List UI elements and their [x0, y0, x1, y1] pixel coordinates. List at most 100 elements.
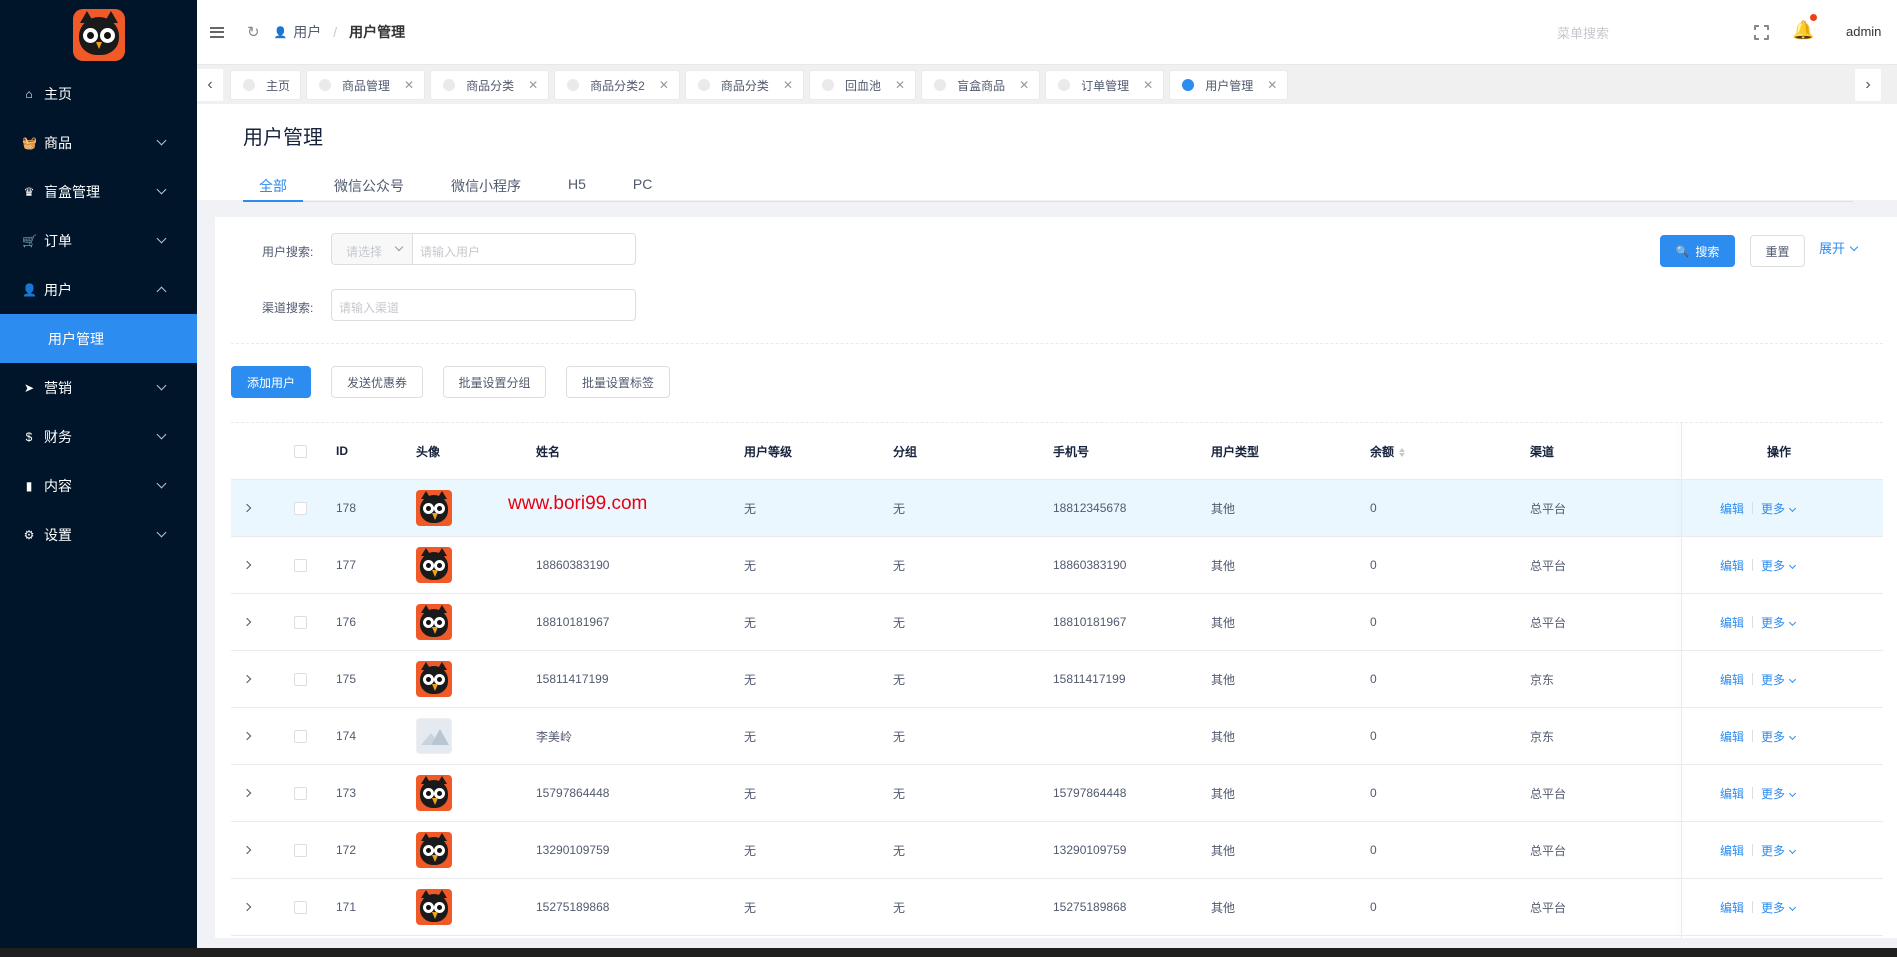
- edit-link[interactable]: 编辑: [1720, 728, 1744, 745]
- row-checkbox[interactable]: [294, 558, 307, 572]
- sidebar-item-2[interactable]: ♛ 盲盒管理: [0, 167, 197, 216]
- row-checkbox[interactable]: [294, 672, 307, 686]
- tab-4[interactable]: 商品分类 ✕: [684, 70, 804, 100]
- add-user-button[interactable]: 添加用户: [231, 366, 311, 398]
- table-row[interactable]: 171 15275189868 无 无 15275189868 其他 0 总平台 编辑 更多: [231, 879, 1883, 936]
- expand-row-icon[interactable]: [242, 902, 252, 912]
- more-dropdown[interactable]: 更多: [1761, 500, 1797, 517]
- sidebar-item-8[interactable]: ⚙ 设置: [0, 510, 197, 559]
- row-checkbox[interactable]: [294, 900, 307, 914]
- avatar[interactable]: [416, 547, 452, 583]
- avatar[interactable]: [416, 889, 452, 925]
- avatar[interactable]: [416, 661, 452, 697]
- sidebar-item-6[interactable]: $ 财务: [0, 412, 197, 461]
- close-icon[interactable]: ✕: [895, 78, 905, 92]
- edit-link[interactable]: 编辑: [1720, 842, 1744, 859]
- tab-5[interactable]: 回血池 ✕: [809, 70, 917, 100]
- close-icon[interactable]: ✕: [1143, 78, 1153, 92]
- tab-6[interactable]: 盲盒商品 ✕: [921, 70, 1041, 100]
- close-icon[interactable]: ✕: [528, 78, 538, 92]
- row-checkbox[interactable]: [294, 615, 307, 629]
- search-field-select[interactable]: 请选择: [331, 233, 413, 265]
- type-tab-3[interactable]: H5: [552, 166, 602, 202]
- edit-link[interactable]: 编辑: [1720, 614, 1744, 631]
- search-button[interactable]: 🔍 搜索: [1660, 235, 1735, 267]
- more-dropdown[interactable]: 更多: [1761, 899, 1797, 916]
- expand-row-icon[interactable]: [242, 845, 252, 855]
- fullscreen-icon[interactable]: [1753, 24, 1770, 41]
- tab-2[interactable]: 商品分类 ✕: [430, 70, 550, 100]
- expand-row-icon[interactable]: [242, 617, 252, 627]
- tab-3[interactable]: 商品分类2 ✕: [554, 70, 680, 100]
- sidebar-subitem-user-management[interactable]: 用户管理: [0, 314, 197, 363]
- avatar[interactable]: [416, 832, 452, 868]
- tab-scroll-right-icon[interactable]: ›: [1855, 69, 1881, 101]
- more-dropdown[interactable]: 更多: [1761, 785, 1797, 802]
- expand-filters-link[interactable]: 展开: [1819, 238, 1859, 257]
- avatar-placeholder-image-icon[interactable]: [416, 718, 452, 754]
- table-row[interactable]: 175 15811417199 无 无 15811417199 其他 0 京东 编辑 更多: [231, 651, 1883, 708]
- edit-link[interactable]: 编辑: [1720, 671, 1744, 688]
- col-balance[interactable]: 余额: [1370, 443, 1406, 460]
- expand-row-icon[interactable]: [242, 788, 252, 798]
- expand-row-icon[interactable]: [242, 674, 252, 684]
- more-dropdown[interactable]: 更多: [1761, 728, 1797, 745]
- type-tab-0[interactable]: 全部: [243, 166, 303, 202]
- sidebar-item-1[interactable]: 🧺 商品: [0, 118, 197, 167]
- sidebar-item-0[interactable]: ⌂ 主页: [0, 69, 197, 118]
- user-search-input[interactable]: 请输入用户: [412, 233, 636, 265]
- select-all-checkbox[interactable]: [294, 444, 307, 458]
- sidebar-item-7[interactable]: ▮ 内容: [0, 461, 197, 510]
- channel-search-input[interactable]: 请输入渠道: [331, 289, 636, 321]
- edit-link[interactable]: 编辑: [1720, 785, 1744, 802]
- table-row[interactable]: 178 无 无 18812345678 其他 0 总平台 编辑 更多: [231, 480, 1883, 537]
- close-icon[interactable]: ✕: [783, 78, 793, 92]
- close-icon[interactable]: ✕: [404, 78, 414, 92]
- expand-row-icon[interactable]: [242, 731, 252, 741]
- bell-icon[interactable]: 🔔: [1792, 20, 1814, 41]
- row-checkbox[interactable]: [294, 843, 307, 857]
- refresh-icon[interactable]: ↻: [247, 23, 260, 41]
- table-row[interactable]: 172 13290109759 无 无 13290109759 其他 0 总平台 编辑 更多: [231, 822, 1883, 879]
- menu-search-input[interactable]: 菜单搜索: [1557, 23, 1609, 42]
- tab-7[interactable]: 订单管理 ✕: [1045, 70, 1165, 100]
- sidebar-item-5[interactable]: ➤ 营销: [0, 363, 197, 412]
- sidebar-item-4[interactable]: 👤 用户: [0, 265, 197, 314]
- table-row[interactable]: 177 18860383190 无 无 18860383190 其他 0 总平台 编辑 更多: [231, 537, 1883, 594]
- close-icon[interactable]: ✕: [659, 78, 669, 92]
- expand-row-icon[interactable]: [242, 560, 252, 570]
- batch-tag-button[interactable]: 批量设置标签: [566, 366, 670, 398]
- row-checkbox[interactable]: [294, 786, 307, 800]
- reset-button[interactable]: 重置: [1750, 235, 1805, 267]
- expand-row-icon[interactable]: [242, 503, 252, 513]
- app-logo[interactable]: [72, 9, 125, 61]
- more-dropdown[interactable]: 更多: [1761, 671, 1797, 688]
- tab-8[interactable]: 用户管理 ✕: [1169, 70, 1289, 100]
- more-dropdown[interactable]: 更多: [1761, 557, 1797, 574]
- avatar[interactable]: [416, 490, 452, 526]
- tab-1[interactable]: 商品管理 ✕: [306, 70, 426, 100]
- tab-0[interactable]: 主页: [230, 70, 302, 100]
- row-checkbox[interactable]: [294, 729, 307, 743]
- row-checkbox[interactable]: [294, 501, 307, 515]
- type-tab-1[interactable]: 微信公众号: [318, 166, 420, 202]
- edit-link[interactable]: 编辑: [1720, 557, 1744, 574]
- edit-link[interactable]: 编辑: [1720, 899, 1744, 916]
- close-icon[interactable]: ✕: [1267, 78, 1277, 92]
- avatar[interactable]: [416, 604, 452, 640]
- tab-scroll-left-icon[interactable]: ‹: [197, 69, 223, 101]
- table-row[interactable]: 176 18810181967 无 无 18810181967 其他 0 总平台 编辑 更多: [231, 594, 1883, 651]
- table-row[interactable]: 173 15797864448 无 无 15797864448 其他 0 总平台 编辑 更多: [231, 765, 1883, 822]
- table-row[interactable]: 174 李美岭 无 无 其他 0 京东 编辑 更多: [231, 708, 1883, 765]
- sidebar-item-3[interactable]: 🛒 订单: [0, 216, 197, 265]
- batch-group-button[interactable]: 批量设置分组: [443, 366, 546, 398]
- type-tab-2[interactable]: 微信小程序: [435, 166, 537, 202]
- type-tab-4[interactable]: PC: [617, 166, 668, 202]
- breadcrumb-item[interactable]: 用户: [293, 22, 321, 42]
- avatar[interactable]: [416, 775, 452, 811]
- user-name[interactable]: admin: [1846, 24, 1881, 39]
- send-coupon-button[interactable]: 发送优惠券: [331, 366, 423, 398]
- more-dropdown[interactable]: 更多: [1761, 614, 1797, 631]
- more-dropdown[interactable]: 更多: [1761, 842, 1797, 859]
- edit-link[interactable]: 编辑: [1720, 500, 1744, 517]
